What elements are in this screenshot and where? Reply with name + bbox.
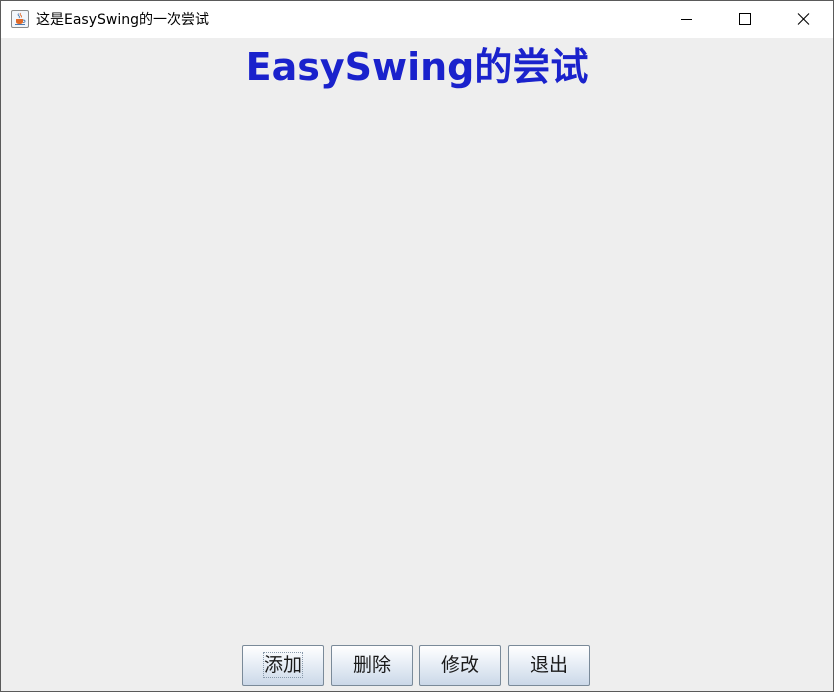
maximize-icon [739, 13, 751, 25]
title-bar[interactable]: 这是EasySwing的一次尝试 [1, 1, 833, 38]
app-window: 这是EasySwing的一次尝试 EasySwing的尝试 添加 删除 修改 退… [0, 0, 834, 692]
add-button[interactable]: 添加 [242, 645, 324, 686]
maximize-button[interactable] [715, 1, 773, 38]
java-cup-icon [11, 10, 29, 28]
close-button[interactable] [774, 1, 832, 38]
close-icon [797, 13, 810, 25]
add-button-label: 添加 [262, 652, 304, 678]
minimize-button[interactable] [657, 1, 715, 38]
modify-button-label: 修改 [440, 654, 479, 676]
window-title: 这是EasySwing的一次尝试 [36, 12, 209, 28]
exit-button-label: 退出 [529, 654, 568, 676]
minimize-icon [681, 19, 692, 20]
page-title: EasySwing的尝试 [245, 45, 589, 89]
modify-button[interactable]: 修改 [419, 645, 501, 686]
delete-button[interactable]: 删除 [331, 645, 413, 686]
exit-button[interactable]: 退出 [508, 645, 590, 686]
delete-button-label: 删除 [352, 654, 391, 676]
